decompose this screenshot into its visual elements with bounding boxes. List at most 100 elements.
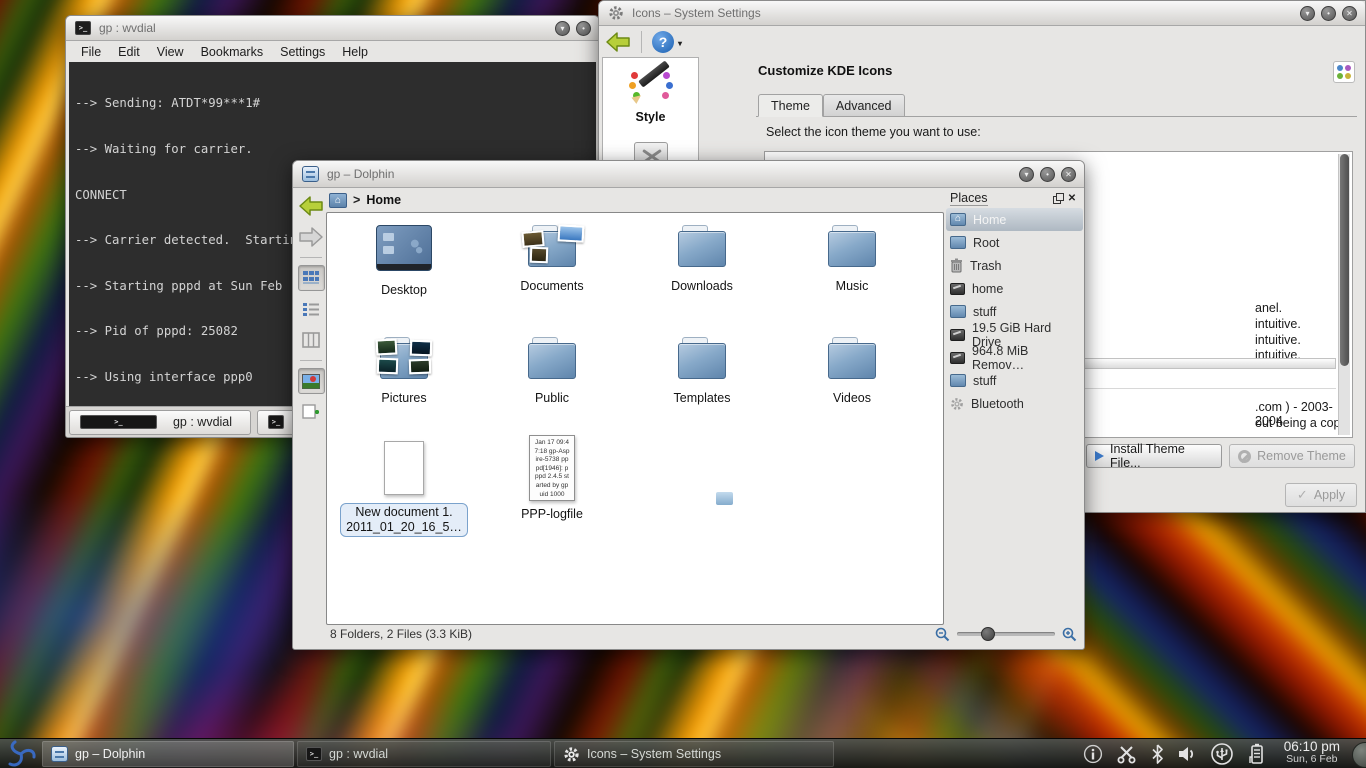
install-theme-button[interactable]: Install Theme File... [1086,444,1222,468]
menu-bookmarks[interactable]: Bookmarks [201,45,264,59]
file-item-downloads[interactable]: Downloads [637,225,767,293]
drag-ghost-artifact [716,492,733,505]
file-label: Videos [833,391,871,405]
place-removable[interactable]: 964.8 MiB Remov… [946,346,1083,369]
menu-edit[interactable]: Edit [118,45,140,59]
file-label: Music [836,279,869,293]
klipper-scissors-icon[interactable] [1116,744,1138,764]
file-item-new-document[interactable]: New document 1. 2011_01_20_16_5… [339,441,469,537]
task-system-settings[interactable]: Icons – System Settings [554,741,834,767]
zoom-out-icon[interactable] [935,627,950,642]
dolphin-icon [51,746,68,762]
pictures-folder-icon [380,337,428,379]
file-label: Public [535,391,569,405]
details-view-button[interactable] [298,296,325,322]
battery-icon[interactable] [1247,743,1265,765]
app-launcher-button[interactable] [3,740,39,768]
clock[interactable]: 06:10 pm Sun, 6 Feb [1284,740,1340,766]
folder-icon [678,225,726,267]
split-view-button[interactable] [298,399,325,425]
icons-view-icon [302,270,320,286]
help-button[interactable]: ? ▾ [652,31,674,53]
terminal-icon: >_ [75,21,91,35]
file-item-templates[interactable]: Templates [637,337,767,405]
terminal-tab-active[interactable]: >_ gp : wvdial [69,410,251,435]
zoom-in-icon[interactable] [1062,627,1077,642]
preview-button[interactable] [298,368,325,394]
file-item-desktop[interactable]: Desktop [339,225,469,297]
apply-label: Apply [1314,488,1345,502]
install-theme-label: Install Theme File... [1110,442,1213,470]
breadcrumb: ⌂ > Home [329,188,401,212]
tab-advanced[interactable]: Advanced [823,94,905,117]
place-home-drive[interactable]: home [946,277,1083,300]
columns-view-button[interactable] [298,327,325,353]
file-label: Desktop [381,283,427,297]
file-item-pictures[interactable]: Pictures [339,337,469,405]
close-button[interactable]: ✕ [1342,6,1357,21]
remove-theme-button[interactable]: Remove Theme [1229,444,1355,468]
breadcrumb-home[interactable]: Home [366,193,401,207]
place-stuff-2[interactable]: stuff [946,369,1083,392]
maximize-button[interactable]: • [1321,6,1336,21]
bluetooth-icon[interactable] [1151,744,1164,764]
place-bluetooth[interactable]: Bluetooth [946,392,1083,415]
menu-view[interactable]: View [157,45,184,59]
close-panel-icon[interactable]: ✕ [1065,191,1079,205]
settings-titlebar[interactable]: Icons – System Settings [599,1,1365,26]
back-button[interactable] [605,31,631,53]
file-item-ppp-logfile[interactable]: Jan 17 09:4 7:18 gp-Asp ire-5738 pp pd[1… [487,435,617,521]
back-button[interactable] [298,193,325,219]
text-preview-page-icon: Jan 17 09:4 7:18 gp-Asp ire-5738 pp pd[1… [529,435,575,501]
settings-toolbar: ? ▾ [599,26,1365,57]
menu-settings[interactable]: Settings [280,45,325,59]
menu-file[interactable]: File [81,45,101,59]
forward-button[interactable] [298,224,325,250]
task-dolphin[interactable]: gp – Dolphin [42,741,294,767]
toolbar-separator [300,360,322,361]
place-home[interactable]: Home [946,208,1083,231]
dolphin-icon [302,166,319,182]
zoom-slider[interactable] [957,632,1055,636]
terminal-tab-2[interactable]: >_ [257,410,295,435]
sidebar-item-style[interactable]: Style [603,58,698,124]
terminal-icon: >_ [80,415,157,429]
scrollbar[interactable] [1338,154,1350,435]
maximize-button[interactable]: • [1040,167,1055,182]
dolphin-titlebar[interactable]: gp – Dolphin [293,161,1084,188]
menu-help[interactable]: Help [342,45,368,59]
folder-icon [828,337,876,379]
file-item-music[interactable]: Music [787,225,917,293]
remove-theme-label: Remove Theme [1257,449,1346,463]
minimize-button[interactable]: ▾ [1019,167,1034,182]
usb-device-icon[interactable] [1210,742,1234,766]
minimize-button[interactable]: ▾ [555,21,570,36]
zoom-slider-knob[interactable] [981,627,995,641]
info-icon[interactable] [1083,744,1103,764]
install-arrow-icon [1095,451,1104,461]
help-glyph: ? [659,34,668,50]
icons-view-button[interactable] [298,265,325,291]
place-trash[interactable]: Trash [946,254,1083,277]
close-button[interactable]: ✕ [1061,167,1076,182]
apply-button[interactable]: ✓ Apply [1285,483,1357,507]
home-folder-icon[interactable]: ⌂ [329,193,347,208]
file-item-videos[interactable]: Videos [787,337,917,405]
theme-about-fragment: out being a copy [1255,416,1347,430]
place-root[interactable]: Root [946,231,1083,254]
tab-theme[interactable]: Theme [758,94,823,117]
maximize-button[interactable]: • [576,21,591,36]
minimize-button[interactable]: ▾ [1300,6,1315,21]
desktop: >_ gp : wvdial ▾ • File Edit View Bookma… [0,0,1366,768]
panel-cashew-icon[interactable] [1352,742,1366,768]
chevron-down-icon: ▾ [678,33,682,55]
scrollbar-thumb[interactable] [1340,154,1349,366]
file-item-documents[interactable]: Documents [487,225,617,293]
terminal-titlebar[interactable]: >_ gp : wvdial [66,16,599,41]
dolphin-toolbar [296,190,326,646]
task-wvdial[interactable]: >_ gp : wvdial [297,741,551,767]
float-panel-icon[interactable] [1051,191,1065,205]
volume-icon[interactable] [1177,745,1197,763]
file-item-public[interactable]: Public [487,337,617,405]
dolphin-file-view[interactable]: Desktop Documents Downloads Music [326,212,944,625]
